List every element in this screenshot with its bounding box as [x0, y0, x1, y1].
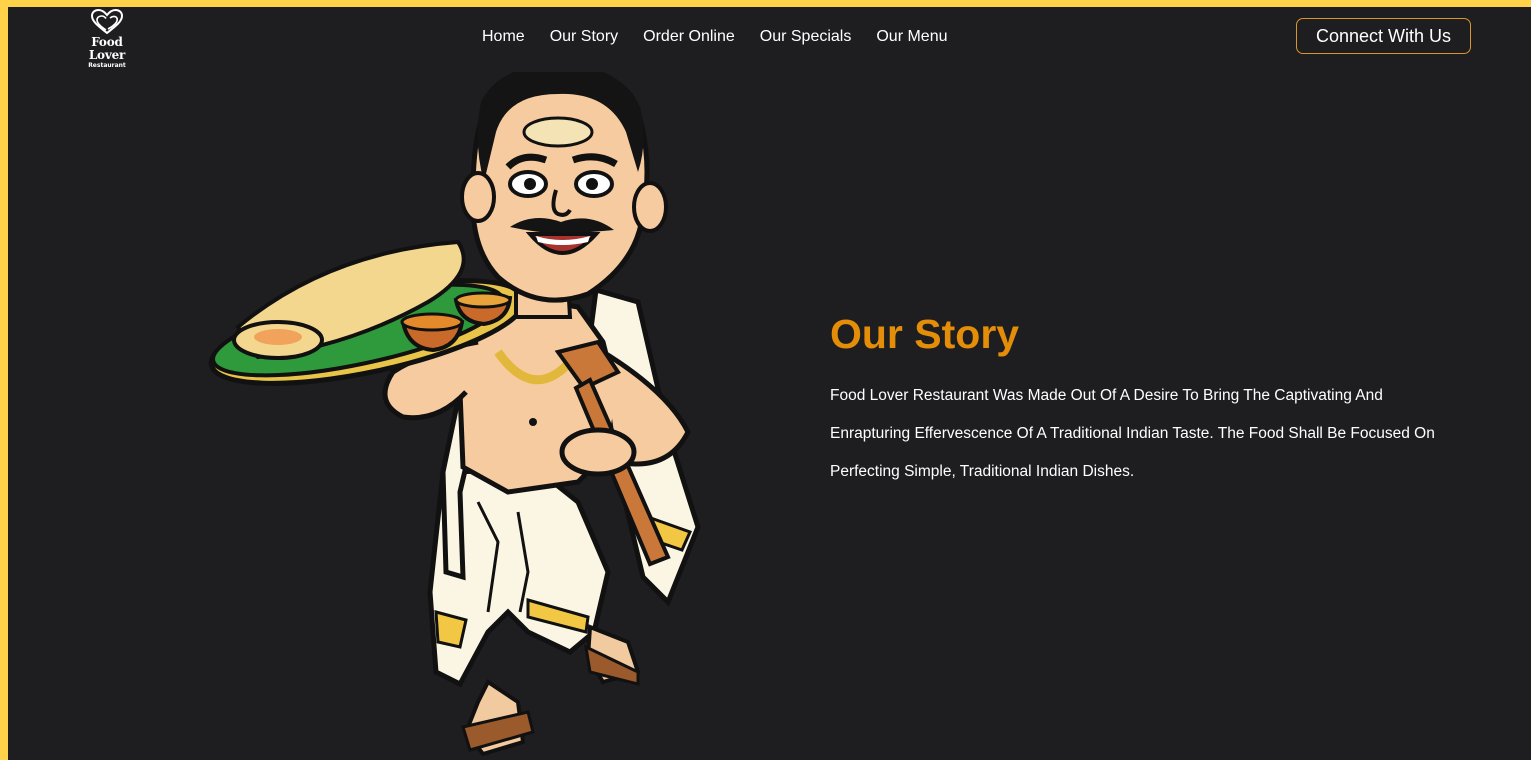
connect-with-us-button[interactable]: Connect With Us	[1296, 18, 1471, 54]
brand-logo[interactable]: Food Lover Restaurant	[72, 9, 142, 69]
chef-illustration	[208, 72, 701, 757]
nav-item-our-menu[interactable]: Our Menu	[876, 27, 947, 47]
nav-item-our-specials[interactable]: Our Specials	[760, 27, 852, 47]
page: Food Lover Restaurant Home Our Story Ord…	[8, 7, 1531, 760]
brand-name: Food Lover	[88, 35, 126, 62]
brand-tagline: Restaurant	[88, 62, 126, 69]
story-body: Food Lover Restaurant Was Made Out Of A …	[830, 387, 1435, 480]
nav-item-order-online[interactable]: Order Online	[643, 27, 735, 47]
nav-item-our-story[interactable]: Our Story	[550, 27, 618, 47]
nav-item-home[interactable]: Home	[482, 27, 525, 47]
main-nav: Home Our Story Order Online Our Specials…	[482, 27, 947, 47]
heart-logo-icon	[90, 9, 124, 35]
story-title: Our Story	[830, 311, 1020, 357]
